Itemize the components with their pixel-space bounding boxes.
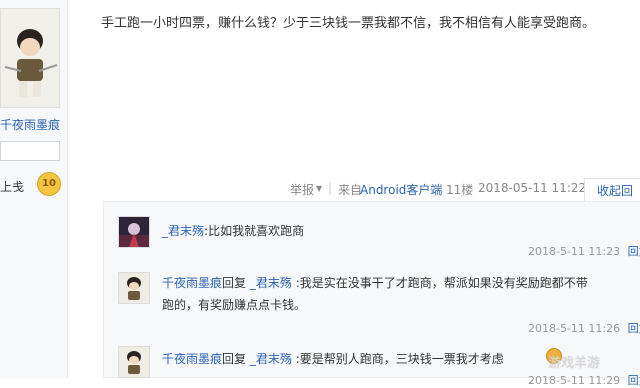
meta-divider: |: [328, 181, 333, 195]
reply-button[interactable]: 回复: [628, 374, 640, 387]
reply-meta: 2018-5-11 11:26 回复: [528, 320, 640, 336]
reply-line: 千夜雨墨痕回复 _君末殇 :我是实在没事干了才跑商，帮派如果没有奖励跑都不带: [162, 274, 588, 291]
reply-text: 比如我就喜欢跑商: [208, 224, 305, 238]
chevron-down-icon[interactable]: ▼: [316, 184, 322, 193]
reply-username[interactable]: _君末殇: [162, 224, 204, 238]
reply-username[interactable]: 千夜雨墨痕: [162, 352, 222, 366]
author-username[interactable]: 千夜雨墨痕: [0, 116, 60, 133]
reply-meta: 2018-5-11 11:23 回复: [528, 243, 640, 259]
reply-target[interactable]: _君末殇: [250, 276, 292, 290]
source-client-link[interactable]: Android客户端: [360, 181, 442, 198]
reply-username[interactable]: 千夜雨墨痕: [162, 276, 222, 290]
reply-line: _君末殇:比如我就喜欢跑商: [162, 222, 304, 239]
watermark: 游戏羊游: [548, 356, 601, 371]
reply-time: 2018-5-11 11:23: [528, 245, 621, 258]
author-info-box: [0, 141, 60, 161]
reply-target[interactable]: _君末殇: [250, 352, 292, 366]
post-content: 手工跑一小时四票，赚什么钱？少于三块钱一票我都不信，我不相信有人能享受跑商。: [101, 16, 596, 31]
reply-meta: 2018-5-11 11:29 回复: [528, 372, 640, 388]
reply-text: 要是帮别人跑商，三块钱一票我才考虑: [299, 352, 504, 366]
author-level-label: 上戋: [0, 180, 25, 194]
reply-time: 2018-5-11 11:29: [528, 374, 621, 387]
floor-number: 11楼: [446, 183, 474, 197]
reply-word: 回复: [222, 276, 247, 290]
author-avatar[interactable]: [0, 8, 60, 108]
reply-time: 2018-5-11 11:26: [528, 322, 621, 335]
collapse-replies-button[interactable]: 收起回复: [584, 178, 640, 222]
author-sidebar: 千夜雨墨痕 上戋 10: [0, 0, 68, 378]
reply-text: 我是实在没事干了才跑商，帮派如果没有奖励跑都不带: [299, 276, 588, 290]
reply-button[interactable]: 回复: [628, 322, 640, 335]
reply-text-cont: 跑的，有奖励赚点点卡钱。: [162, 298, 307, 312]
level-badge[interactable]: 10: [37, 172, 61, 196]
avatar[interactable]: [118, 346, 150, 378]
avatar[interactable]: [118, 216, 150, 248]
reply-line: 千夜雨墨痕回复 _君末殇 :要是帮别人跑商，三块钱一票我才考虑: [162, 350, 504, 367]
post-time: 2018-05-11 11:22: [478, 181, 587, 195]
report-link[interactable]: 举报: [290, 181, 314, 198]
reply-button[interactable]: 回复: [628, 245, 640, 258]
avatar[interactable]: [118, 272, 150, 304]
reply-word: 回复: [222, 352, 247, 366]
source-prefix: 来自: [338, 183, 363, 197]
